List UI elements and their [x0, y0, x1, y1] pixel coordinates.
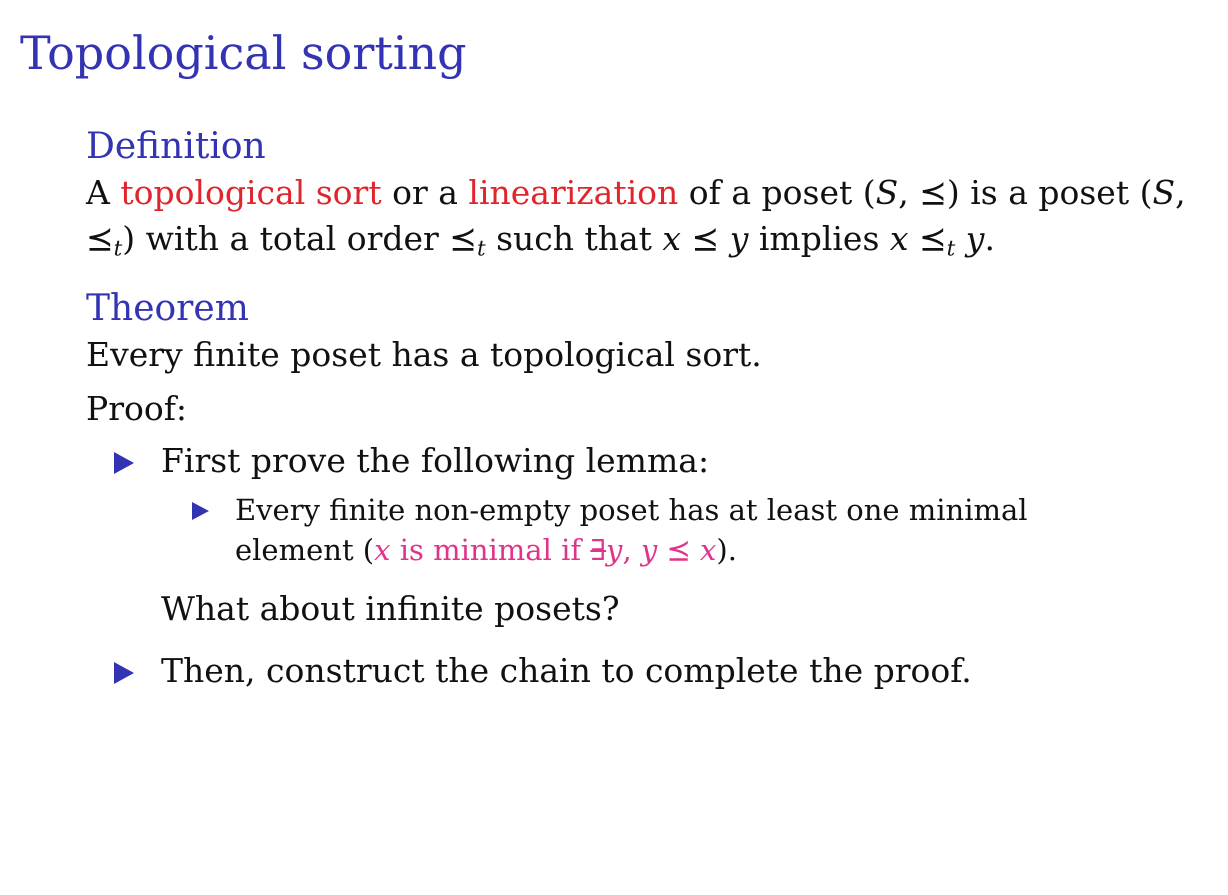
text-fragment: of a poset (	[678, 173, 876, 212]
var-y: y	[606, 533, 623, 567]
slide-title: Topological sorting	[20, 26, 467, 80]
var-s: S	[875, 173, 899, 212]
proof-bullets: First prove the following lemma: Every f…	[86, 438, 1196, 694]
theorem-heading: Theorem	[86, 288, 249, 329]
prec-symbol: ⪯	[86, 219, 114, 258]
subscript-t: t	[946, 236, 956, 262]
subscript-t: t	[476, 236, 486, 262]
triangle-right-icon	[192, 502, 209, 520]
bullet-text: Then, construct the chain to complete th…	[161, 651, 972, 690]
question-text: What about infinite posets?	[161, 589, 620, 628]
text-fragment: implies	[748, 219, 890, 258]
triangle-right-icon	[114, 452, 134, 474]
var-x: x	[700, 533, 717, 567]
proof-label: Proof:	[86, 389, 188, 428]
highlight-text: is minimal if	[390, 533, 591, 567]
close-paren: ).	[716, 533, 737, 567]
var-x: x	[662, 219, 682, 258]
prec-symbol: ⪯	[691, 219, 720, 258]
definition-heading: Definition	[86, 126, 266, 167]
comma: ,	[622, 533, 641, 567]
var-y: y	[729, 219, 749, 258]
subscript-t: t	[113, 236, 123, 262]
not-exists-symbol: ∃	[590, 533, 607, 567]
prec-symbol: ⪯	[449, 219, 477, 258]
theorem-block: Theorem Every finite poset has a topolog…	[86, 286, 1196, 378]
term-topological-sort: topological sort	[120, 173, 382, 212]
var-x: x	[889, 219, 909, 258]
text-fragment: ) is a poset (	[946, 173, 1153, 212]
prec-symbol: ⪯	[919, 173, 947, 212]
text-fragment: or a	[381, 173, 469, 212]
var-y: y	[965, 219, 985, 258]
list-item: First prove the following lemma:	[86, 438, 1196, 484]
text-fragment: ) with a total order	[122, 219, 450, 258]
bullet-text: First prove the following lemma:	[161, 441, 710, 480]
definition-block: Definition A topological sort or a linea…	[86, 124, 1196, 262]
text-fragment: such that	[485, 219, 663, 258]
theorem-statement: Every finite poset has a topological sor…	[86, 335, 762, 374]
period: .	[984, 219, 995, 258]
definition-text: A topological sort or a linearization of…	[86, 170, 1196, 262]
list-item: Every finite non-empty poset has at leas…	[86, 490, 1095, 570]
triangle-right-icon	[114, 662, 134, 684]
var-x: x	[374, 533, 391, 567]
comma: ,	[1175, 173, 1186, 212]
slide-content: Definition A topological sort or a linea…	[86, 124, 1196, 694]
comma: ,	[898, 173, 920, 212]
prec-symbol: ⪯	[919, 219, 947, 258]
var-y: y	[640, 533, 658, 567]
prec-symbol: ⪯	[666, 533, 691, 567]
term-linearization: linearization	[468, 173, 679, 212]
text-fragment: A	[86, 173, 121, 212]
var-s: S	[1152, 173, 1176, 212]
list-item: Then, construct the chain to complete th…	[86, 648, 1196, 694]
